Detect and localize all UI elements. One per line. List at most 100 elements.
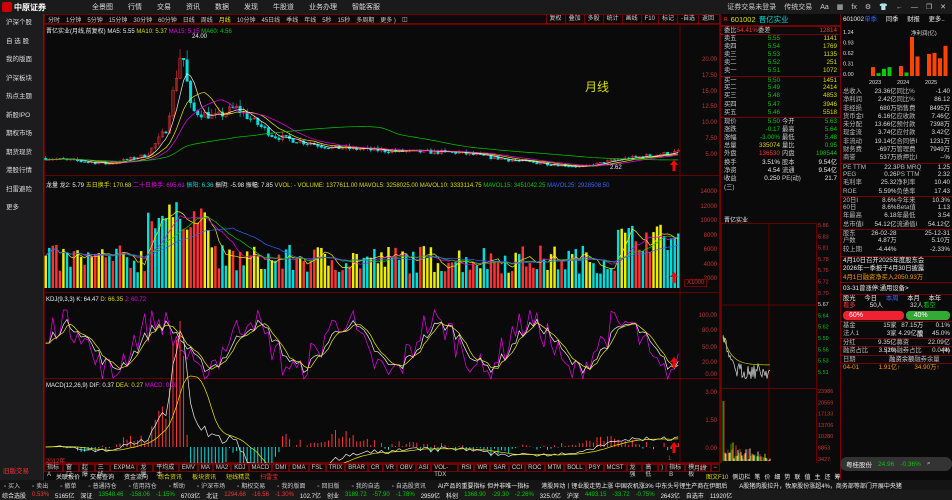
bid-row[interactable]: 买一 5.50 1451 [721,75,840,84]
chart-button[interactable]: F10 [640,15,658,23]
sidebar-item[interactable]: 更多 [0,199,43,218]
chart-button[interactable]: 叠加 [564,15,584,23]
toolbar-button[interactable]: ▫ 撤单 [60,481,76,490]
indicator-tab[interactable]: OBV [396,464,416,472]
quick-link[interactable]: 板块资讯 [192,472,216,481]
indicator-tab[interactable]: ) [658,464,667,472]
toolbar-button[interactable]: ▫ 帮助 [169,481,185,490]
toolbar-button[interactable]: ▫ 回旧版 [317,481,339,490]
quick-link[interactable]: 综合资讯 [158,472,182,481]
sidebar-item[interactable]: 我的版面 [0,51,43,70]
side-tab[interactable]: 联 [794,472,800,481]
quick-link[interactable]: 关联报价 [56,472,80,481]
period-tab[interactable]: 60分钟 [158,15,177,24]
period-tab[interactable]: 5分钟 [87,15,102,24]
indicator-tab[interactable]: BRAR [345,464,368,472]
toolbar-button[interactable]: ▫ 信用持仓 [129,481,157,490]
period-tab[interactable]: 周线 [201,15,213,24]
grid-icon[interactable]: ▦ [837,3,844,11]
period-tab[interactable]: 日线 [183,15,195,24]
period-tab[interactable]: 年线 [304,15,316,24]
period-tab[interactable]: 1分钟 [66,15,81,24]
indicator-tab[interactable]: MA [197,464,213,472]
floating-quote[interactable]: 粤桂股份 24.96 -0.36% ⌕ [840,457,952,471]
menu-item[interactable]: 牛股道 [273,2,294,12]
indicator-tab[interactable]: 平均成本 [153,464,179,478]
period-tab[interactable]: 30分钟 [133,15,152,24]
ask-row[interactable]: 卖四 5.54 1769 [721,43,840,51]
toolbar-button[interactable]: ▫ 沪深市场 [197,481,225,490]
chart-button[interactable]: -自选 [676,15,698,23]
quick-link[interactable]: 短线精灵 [226,472,250,481]
indicator-tab[interactable]: 高低 [642,464,659,478]
period-tab[interactable]: 季线 [286,15,298,24]
side-tab[interactable]: 势 [784,472,790,481]
sidebar-item[interactable]: 扫雷避险 [0,181,43,200]
bid-row[interactable]: 买五 5.46 5518 [721,109,840,117]
news-item[interactable]: 4月10日召开2025年度股东会 [841,257,952,265]
side-tab[interactable]: 筹 [834,472,840,481]
indicator-tab[interactable]: EMV [178,464,198,472]
indicator-tab[interactable]: MTM [544,464,565,472]
ask-row[interactable]: 卖一 5.51 1072 [721,67,840,75]
sidebar-item[interactable]: 新股IPO [0,107,43,126]
news-item[interactable]: 2026年一季报于4月30日披露 [841,265,952,273]
menu-item[interactable]: 资讯 [186,2,200,12]
toolbar-button[interactable]: ▫ 自选股资讯 [392,481,426,490]
status-item[interactable]: 综合选股 [2,491,26,500]
indicator-tab[interactable]: RSI [458,464,475,472]
chart-button[interactable]: 多股 [583,15,603,23]
minimize-icon[interactable]: — [911,4,918,11]
indicator-tab[interactable]: 指标A [44,464,64,478]
indicator-tab[interactable]: DMA [289,464,309,472]
toolbar-button[interactable]: ▫ 卖出 [32,481,48,490]
toolbar-button[interactable]: ▫ 普通持仓 [88,481,116,490]
fin-tab[interactable]: 财报 [907,14,928,26]
quick-link[interactable]: 交易查询 [90,472,114,481]
indicator-tab[interactable]: 三线 [94,464,111,478]
indicator-tab[interactable]: DMI [272,464,290,472]
menu-item[interactable]: 智能客服 [352,2,380,12]
period-tab[interactable]: 15分钟 [109,15,128,24]
side-tab[interactable]: 笔 [754,472,760,481]
login-status[interactable]: 证券交易未登录 [727,2,776,12]
sidebar-item[interactable]: 沪深板块 [0,70,43,89]
news-ticker-item[interactable]: AI产品的重要指标 但并非唯一指标 [438,481,529,490]
indicator-tab[interactable]: BOLL [564,464,586,472]
toolbar-button[interactable]: ▫ 我的自选 [352,481,380,490]
back-icon[interactable]: ← [896,4,903,11]
font-size-icon[interactable]: Aa [820,4,829,11]
side-tab[interactable]: 还 [824,472,830,481]
news-ticker-item[interactable]: 港股异动丨锂业股走势上涨 中国农机涨3% 中东头号锂生产商在伊朗后 [541,481,727,490]
chart-button[interactable]: 返回 [697,15,717,23]
fin-tab[interactable]: 更多.. [929,14,950,26]
indicator-tab[interactable]: ROC [525,464,545,472]
period-tab[interactable]: 45日线 [262,15,281,24]
side-tab[interactable]: 细 [774,472,780,481]
period-tab[interactable]: 月线 [219,15,231,24]
sidebar-item[interactable]: 沪深个股 [0,14,43,33]
indicator-tab[interactable]: ASI [415,464,432,472]
gear-icon[interactable]: ⚙ [865,3,871,11]
toolbar-button[interactable]: ▫ 买入 [4,481,20,490]
search-icon[interactable]: ⌕ [927,460,931,468]
classic-trade-link[interactable]: 传统交易 [784,2,812,12]
side-tab[interactable]: 价 [764,472,770,481]
period-tab[interactable]: 分时 [48,15,60,24]
sidebar-item[interactable]: 期货现货 [0,144,43,163]
menu-item[interactable]: 全景图 [92,2,113,12]
intraday-mini-chart[interactable]: 晋亿实业 5.86 5.83 5.81 5.78 5.75 5.72 5.70 5.67 5.6… [720,214,840,463]
indicator-tab[interactable]: KDJ [231,464,249,472]
indicator-tab[interactable]: EXPMA [110,464,138,472]
indicator-tab[interactable]: MA2 [212,464,232,472]
menu-item[interactable]: 数据 [215,2,229,12]
menu-item[interactable]: 行情 [128,2,142,12]
indicator-tab[interactable]: PSY [585,464,604,472]
chart-button[interactable]: 复权 [545,15,565,23]
menu-item[interactable]: 业务办理 [309,2,337,12]
sidebar-item[interactable]: 期权市场 [0,125,43,144]
sentiment-tab[interactable]: 本周 [886,295,907,302]
period-tab[interactable]: 5秒 [322,15,331,24]
sidebar-item[interactable]: 热点主题 [0,88,43,107]
close-icon[interactable]: ✕ [940,3,946,11]
